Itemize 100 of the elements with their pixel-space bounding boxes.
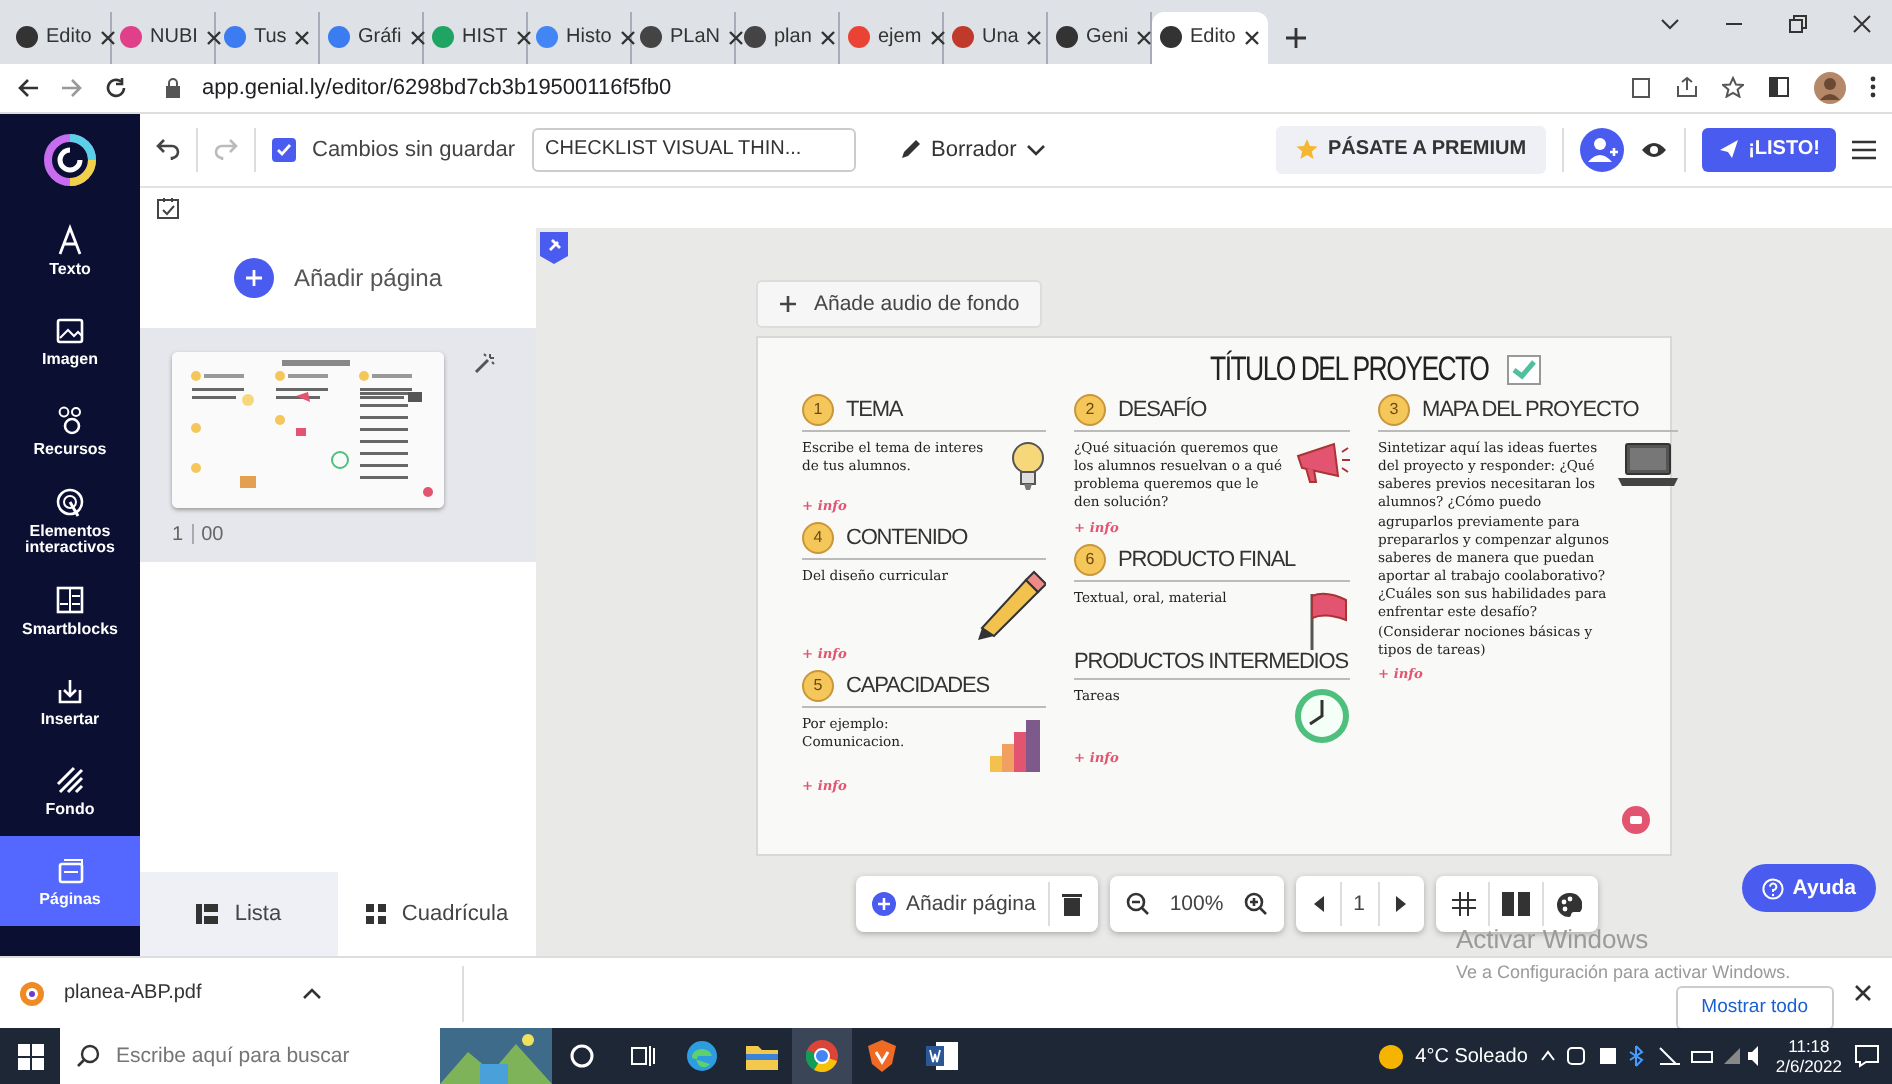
weather-text[interactable]: 4°C Soleado <box>1415 1045 1528 1067</box>
close-icon[interactable] <box>1854 984 1872 1002</box>
plus-icon <box>233 257 274 298</box>
clock-date[interactable]: 2/6/2022 <box>1775 1056 1842 1077</box>
slide-title: TÍTULO DEL PROYECTO <box>1209 349 1488 390</box>
circle-icon[interactable] <box>570 1044 594 1068</box>
close-icon[interactable] <box>1026 29 1043 46</box>
lock-icon[interactable] <box>164 77 182 98</box>
magic-wand-icon[interactable] <box>472 351 496 376</box>
restore-icon[interactable] <box>1788 13 1808 34</box>
forward-icon[interactable] <box>60 75 84 100</box>
show-all-button[interactable]: Mostrar todo <box>1675 985 1834 1029</box>
preview-icon[interactable] <box>1640 139 1669 160</box>
sidebar-item[interactable]: Elementos interactivos <box>0 475 140 566</box>
checkbox[interactable] <box>272 137 296 162</box>
chevron-down-icon[interactable] <box>1660 13 1680 34</box>
slide[interactable] <box>756 335 1672 856</box>
add-audio-button[interactable]: Añade audio de fondo <box>756 279 1042 328</box>
task-view-icon[interactable] <box>629 1044 655 1068</box>
share-icon[interactable] <box>1676 76 1698 99</box>
clipboard-icon[interactable] <box>1630 76 1652 99</box>
sidebar-item[interactable]: Texto <box>0 205 140 296</box>
undo-icon[interactable] <box>156 137 180 162</box>
previous-icon[interactable] <box>1311 896 1328 912</box>
browser-icon[interactable] <box>806 1040 838 1072</box>
shield-icon[interactable] <box>868 1040 896 1072</box>
document-app-icon[interactable] <box>926 1042 958 1070</box>
mode-dropdown[interactable]: Borrador <box>887 135 1059 164</box>
close-icon[interactable] <box>515 29 532 46</box>
zoom-level: 100% <box>1167 892 1226 916</box>
sidebar-item[interactable]: Imagen <box>0 295 140 386</box>
pin-icon[interactable] <box>540 231 568 264</box>
sidebar-item[interactable]: Páginas <box>0 835 140 926</box>
browser-tab[interactable]: Edito <box>1152 11 1268 64</box>
menu-icon[interactable] <box>1852 139 1876 160</box>
tab-title: ejem <box>878 26 922 49</box>
checklist-icon[interactable] <box>156 195 180 220</box>
number-badge: 6 <box>1074 543 1106 576</box>
search-input[interactable]: Escribe aquí para buscar <box>116 1044 416 1068</box>
section-heading: MAPA DEL PROYECTO <box>1422 397 1639 422</box>
close-icon[interactable] <box>619 29 636 46</box>
download-filename[interactable]: planea-ABP.pdf <box>64 982 202 1004</box>
help-button[interactable]: Ayuda <box>1742 864 1876 912</box>
title-field[interactable]: CHECKLIST VISUAL THIN... <box>531 127 855 172</box>
resources-icon <box>54 403 86 436</box>
close-icon[interactable] <box>819 29 836 46</box>
premium-button[interactable]: PÁSATE A PREMIUM <box>1275 125 1547 174</box>
notification-icon[interactable] <box>1854 1044 1880 1068</box>
add-user-icon[interactable] <box>1580 127 1625 172</box>
logo-icon[interactable] <box>44 133 96 186</box>
more-icon[interactable] <box>1870 76 1876 99</box>
close-icon[interactable] <box>1136 29 1153 46</box>
close-icon[interactable] <box>728 29 745 46</box>
site-icon <box>432 26 454 49</box>
done-button[interactable]: ¡LISTO! <box>1702 127 1836 172</box>
close-icon[interactable] <box>294 29 311 46</box>
close-icon[interactable] <box>1243 29 1260 46</box>
browser-icon[interactable] <box>686 1040 718 1072</box>
taskbar-search-field[interactable]: Escribe aquí para buscar <box>60 1028 440 1084</box>
split-view-icon[interactable] <box>1501 892 1530 916</box>
new-tab-icon[interactable] <box>1284 25 1308 50</box>
close-icon[interactable] <box>929 29 946 46</box>
zoom-in-icon[interactable] <box>1243 892 1268 916</box>
side-panel-icon[interactable] <box>1768 76 1790 99</box>
chevron-up-icon[interactable] <box>301 985 322 1001</box>
url-text[interactable]: app.genial.ly/editor/6298bd7cb3b19500116f5fb0 <box>202 75 672 100</box>
bar-chart-icon <box>986 715 1046 772</box>
sidebar-item[interactable]: Fondo <box>0 745 140 836</box>
folder-icon[interactable] <box>746 1043 778 1069</box>
record-icon[interactable] <box>1622 805 1650 834</box>
close-icon[interactable] <box>409 29 426 46</box>
sidebar-item[interactable]: Smartblocks <box>0 565 140 656</box>
windows-icon[interactable] <box>17 1043 43 1069</box>
tray-icons-drawing[interactable] <box>1539 1044 1764 1068</box>
sidebar-item[interactable]: Recursos <box>0 385 140 476</box>
back-icon[interactable] <box>16 75 40 100</box>
pencil-icon <box>899 138 921 161</box>
palette-icon[interactable] <box>1555 891 1582 917</box>
delete-icon[interactable] <box>1061 892 1082 916</box>
activation-notice-text: Ve a Configuración para activar Windows. <box>1456 962 1791 982</box>
grid-icon[interactable] <box>1451 892 1476 916</box>
hatch-icon <box>54 763 86 796</box>
reload-icon[interactable] <box>104 75 128 100</box>
sidebar-item[interactable]: Insertar <box>0 655 140 746</box>
close-icon[interactable] <box>205 29 222 46</box>
zoom-out-icon[interactable] <box>1125 892 1150 916</box>
page-thumbnail[interactable] <box>172 351 444 508</box>
view-tab[interactable]: Lista <box>140 872 338 956</box>
tab-title: HIST <box>462 26 508 49</box>
site-icon <box>952 26 974 49</box>
sun-icon[interactable] <box>1377 1043 1404 1069</box>
clock-time[interactable]: 11:18 <box>1788 1035 1830 1056</box>
close-icon[interactable] <box>1852 13 1872 34</box>
avatar-icon[interactable] <box>1814 71 1846 104</box>
star-icon[interactable] <box>1722 76 1744 99</box>
number-badge: 1 <box>802 393 834 426</box>
page-item[interactable]: 1 00 <box>140 327 536 562</box>
close-icon[interactable] <box>99 29 116 46</box>
next-icon[interactable] <box>1391 896 1408 912</box>
scenery-icon <box>440 1028 552 1084</box>
